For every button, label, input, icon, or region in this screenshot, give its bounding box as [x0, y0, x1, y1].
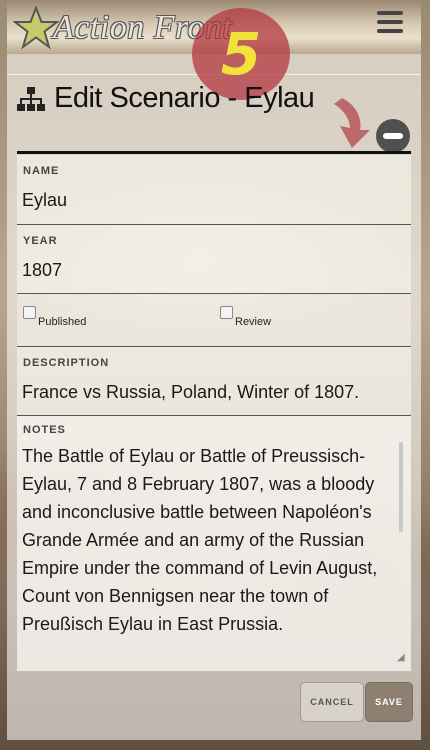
review-label: Review [235, 316, 272, 328]
year-input[interactable]: 1807 [22, 260, 62, 281]
notes-field[interactable]: NOTES The Battle of Eylau or Battle of P… [17, 416, 411, 671]
title-divider [17, 151, 411, 154]
resize-handle-icon[interactable]: ◢ [397, 652, 405, 663]
sitemap-icon [17, 86, 45, 111]
review-checkbox[interactable] [220, 306, 233, 319]
name-label: NAME [23, 165, 60, 177]
page-title: Edit Scenario - Eylau [54, 82, 315, 114]
notes-textarea[interactable]: The Battle of Eylau or Battle of Preussi… [22, 442, 394, 638]
description-field[interactable]: DESCRIPTION France vs Russia, Poland, Wi… [17, 347, 411, 416]
name-field[interactable]: NAME Eylau [17, 155, 411, 225]
step-number: 5 [220, 20, 262, 88]
save-button[interactable]: SAVE [365, 682, 413, 722]
description-input[interactable]: France vs Russia, Poland, Winter of 1807… [22, 382, 359, 403]
published-checkbox[interactable] [23, 306, 36, 319]
remove-button[interactable] [376, 119, 410, 153]
hamburger-menu-icon[interactable] [377, 11, 403, 35]
status-checkboxes: Published Review [17, 294, 411, 347]
year-field[interactable]: YEAR 1807 [17, 225, 411, 294]
notes-scrollbar[interactable] [399, 442, 403, 532]
page-title-row: Edit Scenario - Eylau [16, 82, 315, 115]
minus-circle-icon [383, 133, 403, 139]
cancel-button[interactable]: CANCEL [300, 682, 364, 722]
notes-label: NOTES [23, 424, 66, 436]
published-label: Published [38, 316, 87, 328]
name-input[interactable]: Eylau [22, 190, 67, 211]
year-label: YEAR [23, 235, 58, 247]
description-label: DESCRIPTION [23, 357, 110, 369]
